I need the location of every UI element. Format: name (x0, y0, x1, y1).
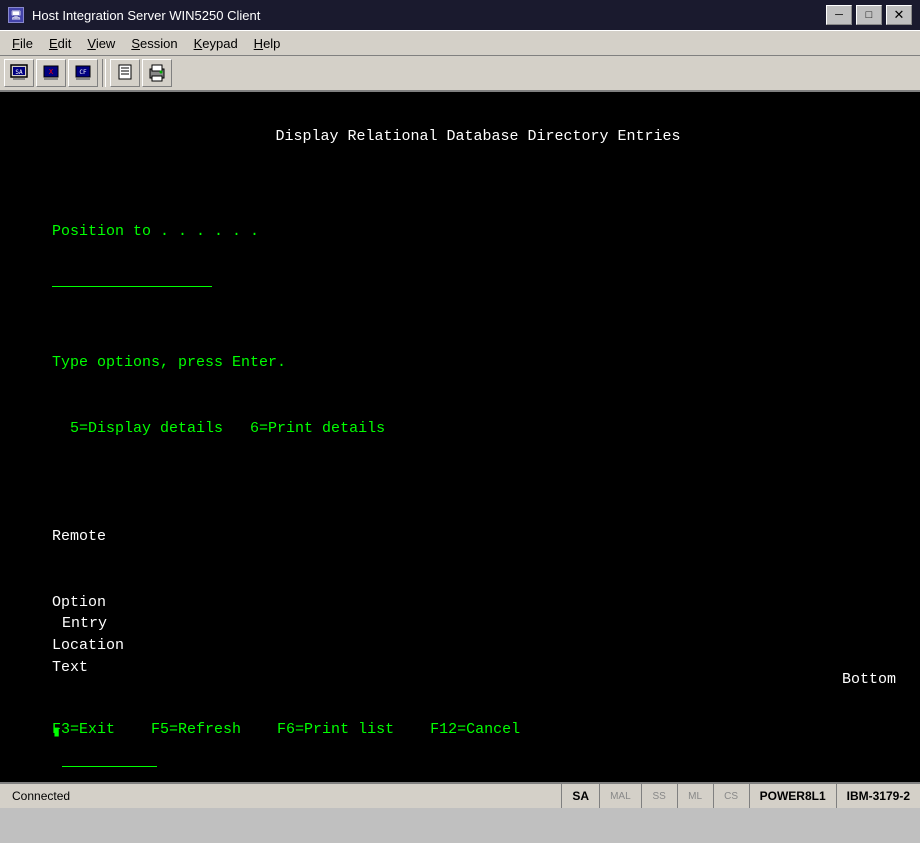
toolbar-btn-2[interactable]: X (36, 59, 66, 87)
instructions-line1: Type options, press Enter. (16, 331, 904, 396)
status-bar: Connected SA MAL SS ML CS POWER8L1 IBM-3… (0, 782, 920, 808)
terminal-screen: Display Relational Database Directory En… (0, 92, 920, 782)
window-controls: ─ □ ✕ (826, 5, 912, 25)
status-badge-system: POWER8L1 (749, 784, 836, 808)
status-badge-sa: SA (561, 784, 599, 808)
status-badge-ss: SS (641, 784, 677, 808)
svg-text:SA: SA (15, 69, 23, 76)
menu-keypad[interactable]: Keypad (186, 34, 246, 53)
status-badge-ml: ML (677, 784, 713, 808)
status-badge-cs: CS (713, 784, 749, 808)
bottom-label: Bottom (806, 647, 896, 712)
col-headers-row1: Remote (16, 483, 904, 570)
position-line: Position to . . . . . . (16, 199, 904, 309)
maximize-button[interactable]: □ (856, 5, 882, 25)
svg-text:CF: CF (79, 69, 87, 76)
minimize-button[interactable]: ─ (826, 5, 852, 25)
title-bar: 🖥 Host Integration Server WIN5250 Client… (0, 0, 920, 30)
status-badge-mal: MAL (599, 784, 641, 808)
menu-file[interactable]: File (4, 34, 41, 53)
menu-edit[interactable]: Edit (41, 34, 79, 53)
menu-session[interactable]: Session (123, 34, 185, 53)
menu-help[interactable]: Help (246, 34, 289, 53)
status-badges: SA MAL SS ML CS POWER8L1 IBM-3179-2 (561, 784, 920, 808)
screen-title: Display Relational Database Directory En… (16, 104, 904, 169)
toolbar-btn-5[interactable] (142, 59, 172, 87)
status-badge-model: IBM-3179-2 (836, 784, 920, 808)
instructions-line2: 5=Display details 6=Print details (16, 396, 904, 461)
menu-view[interactable]: View (79, 34, 123, 53)
toolbar-separator-1 (102, 59, 106, 87)
window-title: Host Integration Server WIN5250 Client (32, 8, 260, 23)
close-button[interactable]: ✕ (886, 5, 912, 25)
toolbar-btn-1[interactable]: SA (4, 59, 34, 87)
connection-status: Connected (0, 789, 561, 803)
toolbar-btn-4[interactable] (110, 59, 140, 87)
col-headers-row2: Option Entry Location Text (16, 570, 904, 701)
function-keys: F3=Exit F5=Refresh F6=Print list F12=Can… (16, 697, 520, 762)
menu-bar: File Edit View Session Keypad Help (0, 30, 920, 56)
app-icon: 🖥 (8, 7, 24, 23)
toolbar-btn-3[interactable]: CF (68, 59, 98, 87)
toolbar: SA X CF (0, 56, 920, 92)
